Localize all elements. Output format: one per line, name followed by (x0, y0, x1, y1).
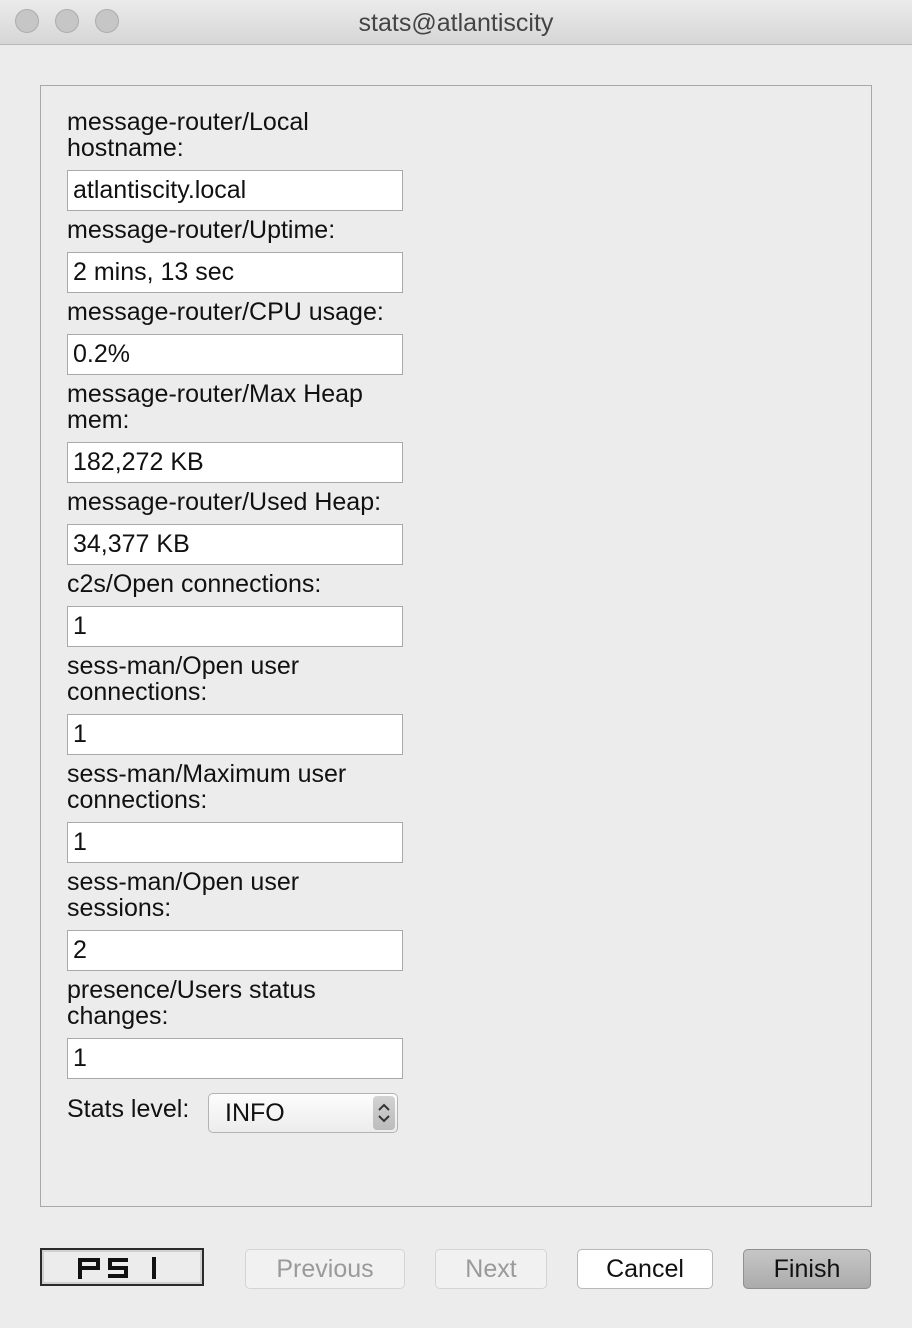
stat-label-max-user-connections: sess-man/Maximum user connections: (67, 760, 347, 814)
stat-field-c2s-open-connections[interactable]: 1 (67, 606, 403, 647)
stat-field-used-heap[interactable]: 34,377 KB (67, 524, 403, 565)
updown-chevron-icon (373, 1096, 395, 1130)
stat-label-status-changes: presence/Users status changes: (67, 976, 316, 1030)
stat-label-cpu-usage: message-router/CPU usage: (67, 298, 384, 326)
stat-field-cpu-usage[interactable]: 0.2% (67, 334, 403, 375)
stat-field-max-user-connections[interactable]: 1 (67, 822, 403, 863)
stat-field-uptime[interactable]: 2 mins, 13 sec (67, 252, 403, 293)
psi-logo (40, 1248, 204, 1286)
stats-panel: message-router/Local hostname: atlantisc… (40, 85, 872, 1207)
stat-label-c2s-open-connections: c2s/Open connections: (67, 570, 322, 598)
stat-field-status-changes[interactable]: 1 (67, 1038, 403, 1079)
stat-label-open-user-connections: sess-man/Open user connections: (67, 652, 300, 706)
stat-label-used-heap: message-router/Used Heap: (67, 488, 382, 516)
psi-logo-icon (78, 1257, 156, 1279)
window-title: stats@atlantiscity (358, 9, 554, 37)
cancel-button[interactable]: Cancel (577, 1249, 713, 1289)
title-bar: stats@atlantiscity (0, 0, 912, 45)
previous-button[interactable]: Previous (245, 1249, 405, 1289)
stat-label-max-heap: message-router/Max Heap mem: (67, 380, 363, 434)
stats-level-label: Stats level: (67, 1095, 190, 1123)
finish-button[interactable]: Finish (743, 1249, 871, 1289)
stat-field-open-user-connections[interactable]: 1 (67, 714, 403, 755)
stats-level-value: INFO (225, 1099, 285, 1127)
stat-label-local-hostname: message-router/Local hostname: (67, 108, 309, 162)
stat-label-open-user-sessions: sess-man/Open user sessions: (67, 868, 300, 922)
stat-field-max-heap[interactable]: 182,272 KB (67, 442, 403, 483)
next-button[interactable]: Next (435, 1249, 547, 1289)
stats-level-select[interactable]: INFO (208, 1093, 398, 1133)
stat-field-local-hostname[interactable]: atlantiscity.local (67, 170, 403, 211)
stat-field-open-user-sessions[interactable]: 2 (67, 930, 403, 971)
stat-label-uptime: message-router/Uptime: (67, 216, 336, 244)
